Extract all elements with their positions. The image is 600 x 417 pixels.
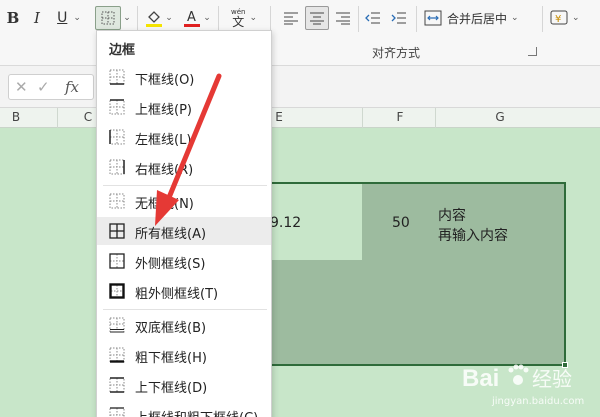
baidu-watermark-logo: Bai 经验 jingyan.baidu.com (462, 364, 584, 407)
watermark-suffix: 经验 (532, 367, 572, 391)
paw-icon (508, 364, 529, 385)
watermark-brand: Bai (462, 365, 499, 392)
watermark: Bai 经验 jingyan.baidu.com (458, 354, 598, 414)
watermark-url: jingyan.baidu.com (491, 396, 584, 407)
arrow-shaft (165, 73, 222, 203)
arrow-head (155, 190, 179, 226)
